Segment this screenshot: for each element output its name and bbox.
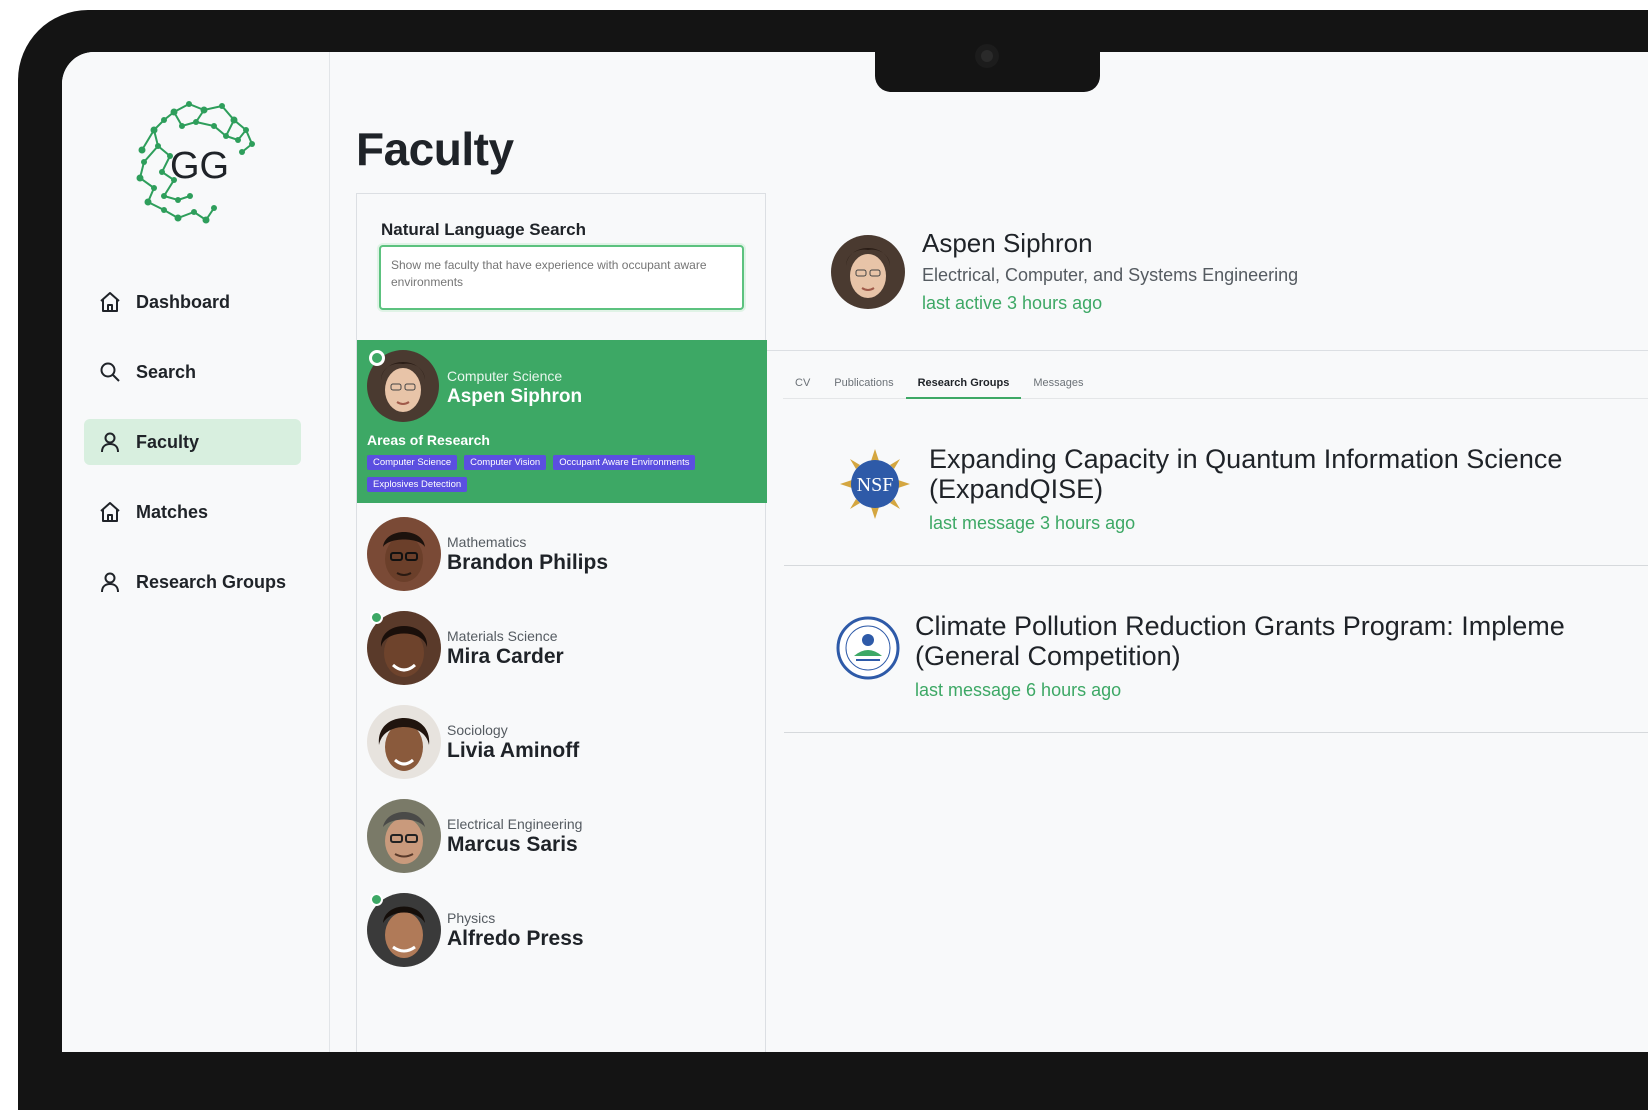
avatar [831,235,905,309]
areas-of-research-label: Areas of Research [367,432,490,448]
faculty-name: Alfredo Press [447,927,584,950]
faculty-name: Brandon Philips [447,551,609,574]
nav-label: Search [136,361,197,382]
research-tag[interactable]: Occupant Aware Environments [553,455,696,470]
camera-icon [981,50,993,62]
faculty-detail-panel: Aspen Siphron Electrical, Computer, and … [767,193,1648,1052]
profile-tabs: CV Publications Research Groups Messages [783,369,1648,399]
app-logo: GG [136,101,255,224]
nsf-logo-icon: NSF [840,449,910,519]
nav-search[interactable]: Search [84,349,301,395]
tab-research-groups[interactable]: Research Groups [905,369,1022,399]
nav-label: Matches [136,501,209,522]
status-indicator [369,350,385,366]
logo-text: NSF [857,474,894,496]
research-tag[interactable]: Computer Vision [464,455,547,470]
faculty-card[interactable]: Mathematics Brandon Philips [357,507,767,601]
faculty-department: Materials Science [447,628,558,644]
research-tags: Computer Science Computer Vision Occupan… [367,455,762,492]
nav-faculty[interactable]: Faculty [84,419,301,465]
faculty-card[interactable]: Electrical Engineering Marcus Saris [357,789,767,883]
faculty-department: Physics [447,910,496,926]
home-icon [100,502,120,522]
group-title: Climate Pollution Reduction Grants Progr… [915,611,1565,671]
faculty-name: Mira Carder [447,645,564,668]
faculty-card[interactable]: Materials Science Mira Carder [357,601,767,695]
faculty-name: Livia Aminoff [447,739,580,762]
nav-label: Dashboard [136,291,231,312]
faculty-department: Mathematics [447,534,527,550]
camera-notch [875,40,1100,92]
last-active-status: last active 3 hours ago [922,293,1103,313]
nav-dashboard[interactable]: Dashboard [84,279,301,325]
user-icon [101,432,119,453]
faculty-department: Sociology [447,722,508,738]
research-tag[interactable]: Computer Science [367,455,458,470]
last-message-time: last message 3 hours ago [929,513,1136,533]
tab-messages[interactable]: Messages [1021,369,1095,399]
faculty-list-panel: Natural Language Search Computer Science… [356,193,767,1052]
faculty-card[interactable]: Physics Alfredo Press [357,883,767,977]
faculty-department: Computer Science [447,368,563,384]
nav-label: Research Groups [136,571,287,592]
faculty-name: Marcus Saris [447,833,578,856]
group-title: Expanding Capacity in Quantum Informatio… [929,444,1563,504]
home-icon [100,292,120,312]
research-tag[interactable]: Explosives Detection [367,477,468,492]
last-message-time: last message 6 hours ago [915,680,1122,700]
epa-seal-icon [836,616,900,680]
faculty-card-selected[interactable]: Computer Science Aspen Siphron Areas of … [357,340,767,503]
nav-matches[interactable]: Matches [84,489,301,535]
logo-text: GG [170,145,229,187]
online-indicator [370,893,383,906]
nav-research-groups[interactable]: Research Groups [84,559,301,605]
profile-name: Aspen Siphron [922,228,1093,258]
nav-label: Faculty [136,431,200,452]
page-title: Faculty [356,123,514,175]
tab-cv[interactable]: CV [783,369,822,399]
faculty-department: Electrical Engineering [447,816,583,832]
online-indicator [370,611,383,624]
faculty-card[interactable]: Sociology Livia Aminoff [357,695,767,789]
avatar [367,517,441,591]
app-screen: GG Dashboard Search Faculty Matches Rese… [62,52,1648,1052]
avatar [367,705,441,779]
search-label: Natural Language Search [381,220,587,239]
avatar [367,799,441,873]
tab-publications[interactable]: Publications [822,369,905,399]
research-group-item[interactable]: NSF Expanding Capacity in Quantum Inform… [784,399,1648,566]
divider [767,350,1648,351]
profile-department: Electrical, Computer, and Systems Engine… [922,265,1299,285]
faculty-name: Aspen Siphron [447,386,583,407]
search-input[interactable] [379,245,744,310]
user-icon [101,572,119,593]
sidebar: GG Dashboard Search Faculty Matches Rese… [62,52,330,1052]
search-icon [100,362,120,382]
research-group-item[interactable]: Climate Pollution Reduction Grants Progr… [784,566,1648,733]
